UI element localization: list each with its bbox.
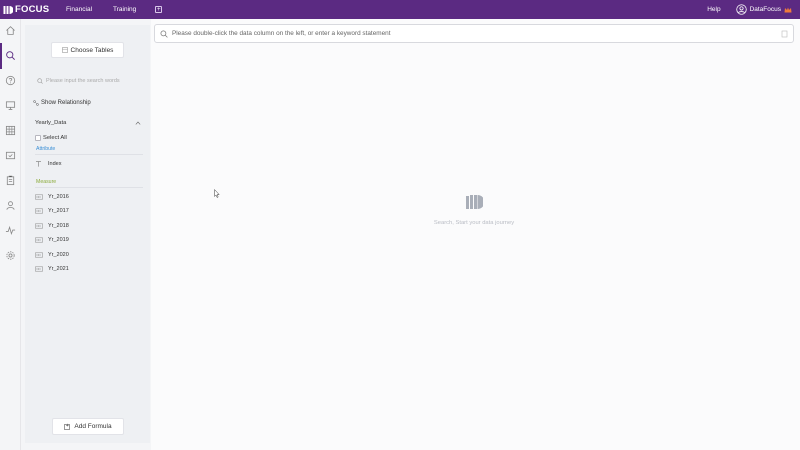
column-name: Yr_2016 (48, 194, 69, 200)
plus-icon: + (64, 423, 71, 430)
focus-logo-icon (3, 5, 13, 14)
choose-tables-label: Choose Tables (70, 46, 114, 54)
add-formula-label: Add Formula (74, 423, 112, 430)
top-bar: FOCUS Financial Training + Help DataFocu… (0, 0, 800, 19)
numeric-type-icon (35, 237, 43, 243)
mouse-cursor-icon (214, 189, 220, 198)
measure-section-title: Measure (36, 179, 57, 185)
show-relationship-toggle[interactable]: Show Relationship (33, 100, 91, 106)
numeric-type-icon (35, 194, 43, 200)
column-item-yr-2018[interactable]: Yr_2018 (35, 223, 69, 229)
nav-item-training[interactable]: Training (113, 6, 136, 13)
add-formula-button[interactable]: + Add Formula (52, 418, 124, 435)
column-item-yr-2017[interactable]: Yr_2017 (35, 208, 69, 214)
clipboard-icon[interactable] (5, 175, 16, 186)
column-search-input[interactable]: Please input the search words (37, 76, 145, 86)
numeric-type-icon (35, 252, 43, 258)
empty-state-text: Search, Start your data journey (433, 220, 515, 226)
keyword-search-input[interactable]: Please double-click the data column on t… (154, 24, 794, 43)
numeric-type-icon (35, 266, 43, 272)
divider (35, 187, 143, 188)
select-all-checkbox[interactable]: Select All (35, 135, 67, 141)
divider (35, 154, 143, 155)
checkbox[interactable] (35, 135, 41, 141)
home-icon[interactable] (5, 25, 16, 36)
table-name: Yearly_Data (35, 120, 67, 126)
user-icon[interactable] (5, 200, 16, 211)
empty-state: Search, Start your data journey (421, 193, 527, 226)
column-item-yr-2021[interactable]: Yr_2021 (35, 266, 69, 272)
column-name: Yr_2019 (48, 237, 69, 243)
nav-item-financial[interactable]: Financial (66, 6, 92, 13)
search-icon (37, 78, 43, 84)
main-canvas: Please double-click the data column on t… (151, 19, 800, 450)
crown-badge-icon (784, 7, 792, 12)
keyword-search-placeholder: Please double-click the data column on t… (172, 30, 391, 37)
numeric-type-icon (35, 223, 43, 229)
inbox-icon[interactable] (5, 150, 16, 161)
attribute-section-title: Attribute (36, 146, 56, 152)
help-link[interactable]: Help (707, 6, 720, 13)
column-item-index[interactable]: Index (35, 161, 61, 167)
search-icon[interactable] (5, 50, 16, 61)
grid-icon[interactable] (5, 125, 16, 136)
column-name: Yr_2018 (48, 223, 69, 229)
table-header-yearly-data[interactable]: Yearly_Data (35, 120, 141, 126)
show-relationship-label: Show Relationship (41, 100, 91, 106)
activity-icon[interactable] (5, 225, 16, 236)
top-right-controls: Help DataFocus (707, 4, 800, 15)
numeric-type-icon (35, 208, 43, 214)
chevron-up-icon[interactable] (135, 121, 141, 125)
column-item-yr-2016[interactable]: Yr_2016 (35, 194, 69, 200)
logo-text: FOCUS (15, 4, 50, 15)
select-all-label: Select All (43, 135, 67, 141)
logo[interactable]: FOCUS (0, 4, 60, 15)
add-tab-button[interactable]: + (155, 6, 163, 13)
empty-state-logo-icon (466, 195, 483, 209)
column-name: Index (48, 161, 62, 167)
rail-active-indicator (0, 43, 2, 69)
question-icon[interactable] (5, 75, 16, 86)
column-name: Yr_2017 (48, 208, 69, 214)
user-name: DataFocus (749, 6, 781, 13)
column-item-yr-2020[interactable]: Yr_2020 (35, 252, 69, 258)
text-type-icon (36, 161, 41, 167)
column-item-yr-2019[interactable]: Yr_2019 (35, 237, 69, 243)
user-menu[interactable]: DataFocus (735, 4, 792, 15)
column-name: Yr_2021 (48, 266, 69, 272)
column-name: Yr_2020 (48, 252, 69, 258)
bookmark-icon[interactable] (781, 30, 788, 38)
gear-icon[interactable] (5, 250, 16, 261)
table-icon (61, 47, 68, 53)
user-avatar-icon (735, 4, 747, 15)
search-icon (160, 30, 168, 38)
data-column-panel: Choose Tables Please input the search wo… (25, 25, 150, 443)
relationship-icon (33, 100, 39, 106)
icon-rail (0, 19, 21, 450)
choose-tables-button[interactable]: Choose Tables (51, 42, 124, 58)
column-search-placeholder: Please input the search words (46, 78, 120, 84)
monitor-icon[interactable] (5, 100, 16, 111)
